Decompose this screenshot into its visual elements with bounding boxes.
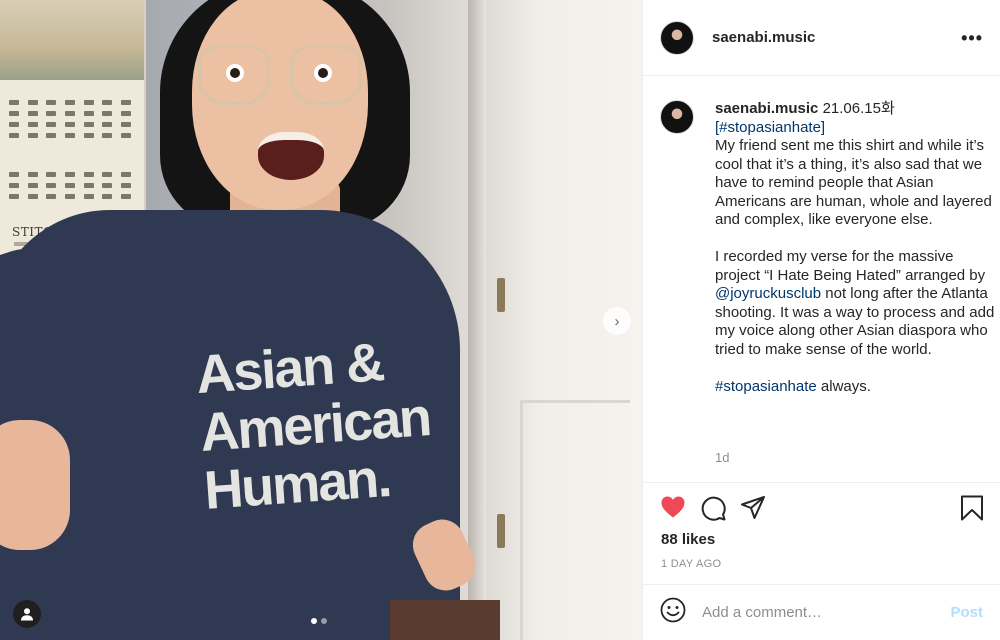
door-hinge <box>497 278 505 312</box>
chevron-right-icon: › <box>614 312 620 330</box>
caption-paragraph: #stopasianhate always. <box>715 378 995 397</box>
person-eye-left <box>226 64 244 82</box>
avatar[interactable] <box>660 100 694 134</box>
carousel-dot-active <box>311 618 317 624</box>
post-timestamp[interactable]: 1 DAY AGO <box>661 558 721 570</box>
person-eye-right <box>314 64 332 82</box>
like-button[interactable] <box>660 495 686 521</box>
hashtag-link[interactable]: [#stopasianhate] <box>715 119 825 136</box>
action-icons <box>660 495 766 521</box>
mention-link[interactable]: @joyruckusclub <box>715 285 821 302</box>
post-comment-button[interactable]: Post <box>950 604 983 621</box>
caption-text-segment: I recorded my verse for the massive proj… <box>715 248 986 284</box>
post-side-panel: saenabi.music ••• saenabi.music 21.06.15… <box>642 0 1000 640</box>
comment-icon <box>701 496 726 521</box>
more-options-icon[interactable]: ••• <box>961 28 983 49</box>
comment-input[interactable] <box>702 604 934 621</box>
caption-text-segment: always. <box>816 377 871 395</box>
send-icon <box>741 496 765 519</box>
calendar-dates <box>6 172 134 199</box>
carousel-next-button[interactable]: › <box>603 307 631 335</box>
header-username[interactable]: saenabi.music <box>712 29 815 46</box>
calendar-dates <box>6 100 134 138</box>
emoji-button[interactable] <box>660 597 686 628</box>
share-button[interactable] <box>740 495 766 521</box>
hashtag-link[interactable]: #stopasianhate <box>715 378 817 395</box>
caption-age: 1d <box>715 450 730 465</box>
avatar[interactable] <box>660 20 694 55</box>
person-mouth <box>258 132 324 180</box>
user-icon <box>21 608 33 621</box>
person-pants <box>390 600 500 640</box>
heart-icon <box>661 496 685 518</box>
save-button[interactable] <box>960 495 984 521</box>
caption-date: 21.06.15화 <box>822 100 895 117</box>
post-photo[interactable]: STITCH WIZ Asian & American Human. › <box>0 0 642 640</box>
comment-button[interactable] <box>700 495 726 521</box>
door-hinge <box>497 514 505 548</box>
door-frame <box>468 0 486 640</box>
caption-username[interactable]: saenabi.music <box>715 100 818 117</box>
comment-composer: Post <box>643 584 1000 640</box>
caption-paragraph: I recorded my verse for the massive proj… <box>715 248 995 359</box>
post-header: saenabi.music ••• <box>643 0 1000 76</box>
caption-paragraph: My friend sent me this shirt and while i… <box>715 137 992 228</box>
caption-text: saenabi.music 21.06.15화 [#stopasianhate]… <box>715 100 995 396</box>
person-hand-left <box>0 420 70 550</box>
smiley-icon <box>660 597 686 623</box>
carousel-indicator <box>311 618 327 624</box>
bookmark-icon <box>961 495 983 521</box>
like-count[interactable]: 88 likes <box>661 531 715 548</box>
tagged-users-button[interactable] <box>13 600 41 628</box>
carousel-dot <box>321 618 327 624</box>
post-actions: 88 likes 1 DAY AGO <box>643 482 1000 587</box>
shirt-print: Asian & American Human. <box>194 330 436 521</box>
door-panel <box>520 400 630 640</box>
calendar-picture <box>0 0 144 80</box>
